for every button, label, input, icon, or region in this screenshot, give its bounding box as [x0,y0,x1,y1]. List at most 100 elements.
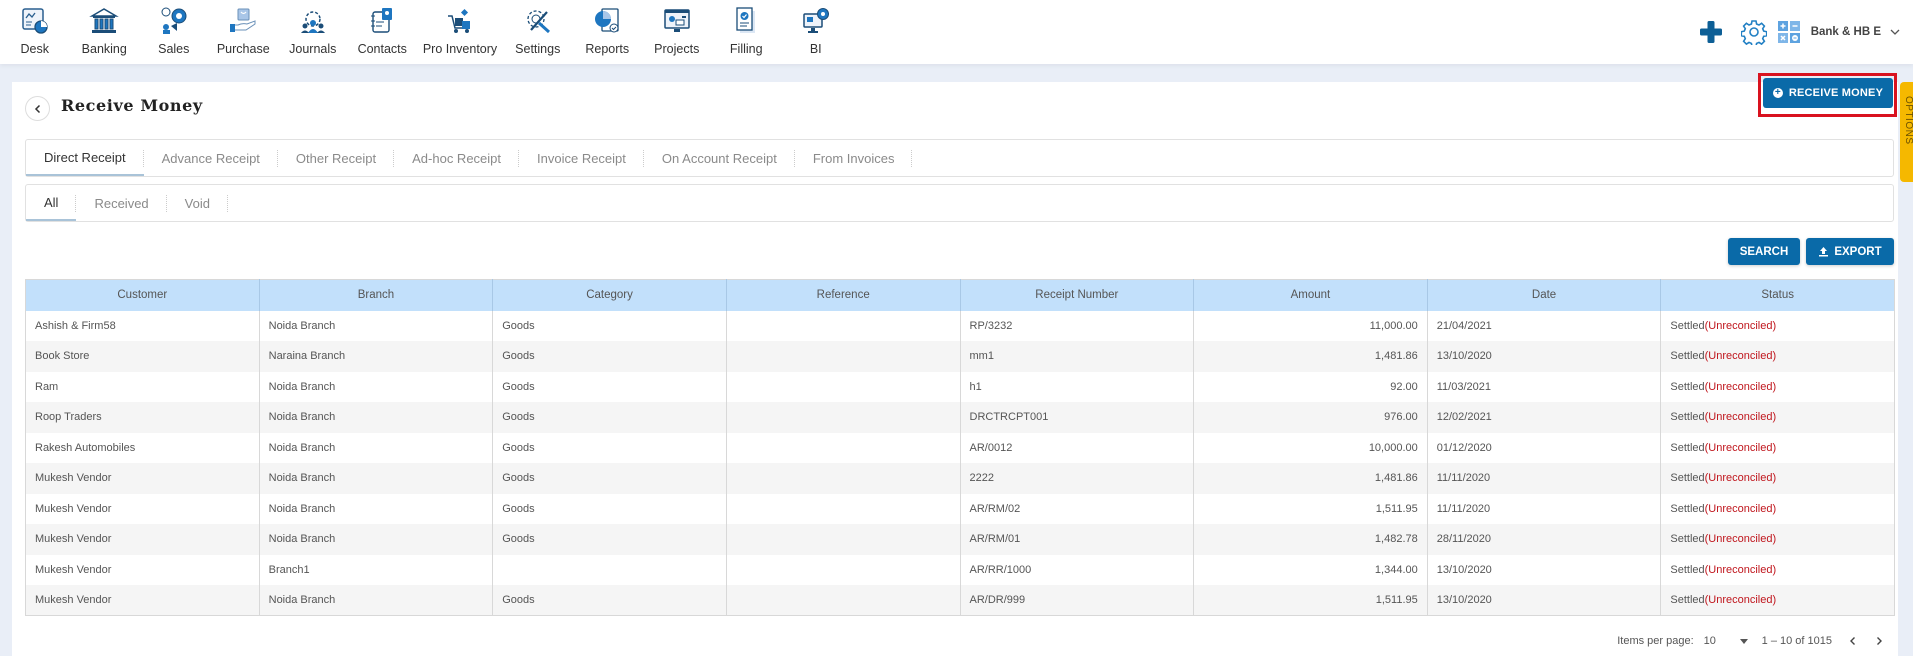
customer-cell[interactable]: Mukesh Vendor [25,463,260,494]
reconciliation-status: (Unreconciled) [1704,502,1777,515]
table-row[interactable]: Ram Noida Branch Goods h1 92.00 11/03/2021 Set… [25,371,1895,402]
nav-item-projects[interactable]: Projects [642,0,712,64]
branch-cell: Noida Branch [259,432,494,463]
bi-icon [803,8,829,33]
nav-item-journals[interactable]: Journals [278,0,348,64]
status-text: Settled [1670,441,1705,454]
column-header-branch[interactable]: Branch [259,279,494,311]
customer-cell[interactable]: Mukesh Vendor [25,493,260,524]
reference-cell [726,310,961,341]
column-header-customer[interactable]: Customer [25,279,260,311]
back-button[interactable] [25,96,50,121]
tab-from-invoices[interactable]: From Invoices [795,140,913,176]
tab-received[interactable]: Received [76,185,167,221]
nav-item-contacts[interactable]: Contacts [348,0,418,64]
column-header-status[interactable]: Status [1660,279,1895,311]
reference-cell [726,585,961,616]
company-name[interactable]: Bank & HB E [1811,26,1881,38]
options-label[interactable]: OPTIONS [1900,96,1913,166]
inventory-icon [448,8,470,33]
journals-icon [300,11,325,33]
column-header-receipt-number[interactable]: Receipt Number [960,279,1195,311]
status-cell: Settled(Unreconciled) [1660,463,1895,494]
nav-item-settings[interactable]: Settings [503,0,573,64]
nav-label: Filling [729,42,763,56]
date-cell: 11/03/2021 [1427,371,1662,402]
items-per-page-value: 10 [1703,635,1716,647]
receipt-number-cell: AR/RM/02 [960,493,1195,524]
gear-icon[interactable] [1740,19,1767,45]
nav-item-filling[interactable]: Filling [712,0,782,64]
nav-label: Journals [289,42,337,56]
category-cell: Goods [492,493,727,524]
export-button[interactable]: EXPORT [1806,238,1894,265]
date-cell: 21/04/2021 [1427,310,1662,341]
receive-money-label: RECEIVE MONEY [1788,87,1884,99]
branch-cell: Noida Branch [259,493,494,524]
customer-cell[interactable]: Mukesh Vendor [25,524,260,555]
search-button[interactable]: SEARCH [1728,238,1800,265]
column-header-amount[interactable]: Amount [1193,279,1428,311]
nav-item-sales[interactable]: Sales [139,0,209,64]
tab-adhoc-receipt[interactable]: Ad-hoc Receipt [394,140,519,176]
date-cell: 01/12/2020 [1427,432,1662,463]
branch-cell: Noida Branch [259,585,494,616]
tab-on-account-receipt[interactable]: On Account Receipt [644,140,795,176]
table-row[interactable]: Mukesh Vendor Noida Branch Goods 2222 1,481.… [25,463,1895,494]
customer-cell[interactable]: Book Store [25,341,260,372]
table-row[interactable]: Ashish & Firm58 Noida Branch Goods RP/3232 1… [25,310,1895,341]
receive-money-button[interactable]: + RECEIVE MONEY [1763,78,1893,108]
table-row[interactable]: Mukesh Vendor Noida Branch Goods AR/RM/02 1,… [25,493,1895,524]
nav-item-pro-inventory[interactable]: Pro Inventory [417,0,503,64]
table-row[interactable]: Rakesh Automobiles Noida Branch Goods AR/00… [25,432,1895,463]
column-header-date[interactable]: Date [1427,279,1662,311]
customer-cell[interactable]: Rakesh Automobiles [25,432,260,463]
category-cell: Goods [492,524,727,555]
table-row[interactable]: Book Store Naraina Branch Goods mm1 1,481.86… [25,341,1895,372]
category-cell: Goods [492,463,727,494]
nav-item-bi[interactable]: BI [781,0,851,64]
table-row[interactable]: Mukesh Vendor Noida Branch Goods AR/DR/999 1… [25,585,1895,616]
column-header-reference[interactable]: Reference [726,279,961,311]
tab-invoice-receipt[interactable]: Invoice Receipt [519,140,644,176]
add-icon[interactable] [1697,18,1725,46]
nav-item-reports[interactable]: Reports [573,0,643,64]
date-cell: 13/10/2020 [1427,341,1662,372]
date-cell: 11/11/2020 [1427,493,1662,524]
table-row[interactable]: Mukesh Vendor Noida Branch Goods AR/RM/01 1,… [25,524,1895,555]
customer-cell[interactable]: Roop Traders [25,402,260,433]
customer-cell[interactable]: Ram [25,371,260,402]
amount-cell: 1,344.00 [1193,554,1428,585]
tab-advance-receipt[interactable]: Advance Receipt [144,140,279,176]
nav-item-banking[interactable]: Banking [70,0,140,64]
nav-label: BI [809,42,822,56]
previous-page-icon[interactable] [1848,636,1858,646]
desk-icon [22,8,48,34]
upload-icon [1819,247,1829,257]
chevron-down-icon[interactable] [1889,26,1901,38]
calculator-icon[interactable] [1777,20,1801,44]
column-header-category[interactable]: Category [492,279,727,311]
plus-circle-icon: + [1772,87,1783,98]
tab-void[interactable]: Void [167,185,229,221]
nav-item-purchase[interactable]: Purchase [209,0,279,64]
next-page-icon[interactable] [1874,636,1884,646]
table-row[interactable]: Mukesh Vendor Branch1 AR/RR/1000 1,344.00 13… [25,554,1895,585]
nav-label: Pro Inventory [422,42,498,56]
nav-item-desk[interactable]: Desk [0,0,70,64]
tab-direct-receipt[interactable]: Direct Receipt [26,140,144,176]
status-cell: Settled(Unreconciled) [1660,402,1895,433]
amount-cell: 1,511.95 [1193,585,1428,616]
table-row[interactable]: Roop Traders Noida Branch Goods DRCTRCPT001… [25,402,1895,433]
items-per-page-select[interactable]: 10 [1704,635,1748,647]
customer-cell[interactable]: Ashish & Firm58 [25,310,260,341]
customer-cell[interactable]: Mukesh Vendor [25,585,260,616]
nav-right: Bank & HB E [1697,0,1913,64]
customer-cell[interactable]: Mukesh Vendor [25,554,260,585]
status-text: Settled [1670,533,1705,546]
tab-other-receipt[interactable]: Other Receipt [278,140,395,176]
tab-all[interactable]: All [26,185,77,221]
reconciliation-status: (Unreconciled) [1704,350,1777,363]
chevron-left-icon [34,104,40,113]
date-cell: 12/02/2021 [1427,402,1662,433]
